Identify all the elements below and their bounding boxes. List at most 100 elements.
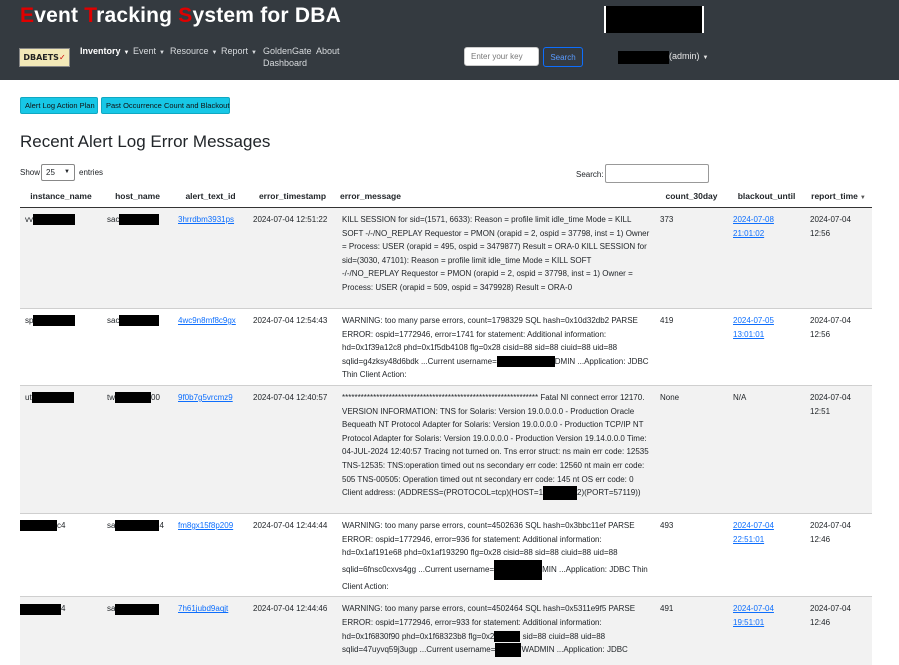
table-search-label: Search:: [576, 170, 604, 179]
col-header-report-time[interactable]: report_time ▼: [805, 184, 872, 208]
alert-log-action-plan-button[interactable]: Alert Log Action Plan: [20, 97, 98, 114]
caret-down-icon: ▼: [702, 55, 709, 61]
blackout-time: 13:01:01: [733, 329, 765, 339]
alert-id-link[interactable]: 3hrrdbm3931ps: [178, 215, 234, 224]
host-text: sa: [107, 520, 116, 530]
checkmark-icon: ✓: [58, 53, 66, 62]
cell-instance: ut: [20, 384, 102, 514]
redacted-box: [20, 603, 61, 615]
cell-report-time: 2024-07-04 12:56: [805, 308, 872, 386]
user-menu[interactable]: (admin) ▼: [669, 51, 708, 61]
report-time: 12:56: [810, 228, 831, 238]
cell-alert-id: 9f0b7g5vrcmz9: [173, 384, 248, 514]
cell-count: 491: [655, 596, 728, 665]
blackout-text: N/A: [733, 392, 747, 402]
cell-alert-id: fm8gx15f8p209: [173, 512, 248, 597]
blackout-link[interactable]: 2024-07-04 19:51:01: [733, 604, 774, 627]
host-text: sac: [107, 316, 120, 325]
redacted-box: [494, 630, 521, 642]
blackout-date: 2024-07-05: [733, 316, 774, 325]
nav-goldengate-dashboard[interactable]: GoldenGate Dashboard: [263, 46, 312, 68]
cell-message: WARNING: too many parse errors, count=45…: [337, 596, 655, 665]
col-header-host-name[interactable]: host_name: [102, 184, 173, 208]
report-date: 2024-07-04: [810, 520, 851, 530]
message-text-tail: 2)(PORT=57119)): [577, 488, 641, 498]
cell-host: tw 00: [102, 384, 173, 514]
report-date: 2024-07-04: [810, 392, 851, 402]
instance-suffix: 4: [61, 604, 66, 614]
nav-resource[interactable]: Resource ▼: [170, 46, 217, 56]
redacted-box: [20, 520, 57, 532]
table-row: sp sac 4wc9n8mf8c9gx 2024-07-04 12:54:43…: [20, 308, 872, 386]
cell-timestamp: 2024-07-04 12:44:46: [248, 596, 337, 665]
nav-inventory[interactable]: Inventory ▼: [80, 46, 129, 56]
title-initial-e: E: [20, 4, 35, 27]
col-header-instance-name[interactable]: instance_name: [20, 184, 102, 208]
title-initial-t: T: [84, 4, 97, 27]
col-header-alert-text-id[interactable]: alert_text_id: [173, 184, 248, 208]
host-suffix: 4: [159, 520, 164, 530]
search-button[interactable]: Search: [543, 47, 583, 67]
key-search-input[interactable]: [464, 47, 539, 66]
redacted-box: [496, 356, 555, 368]
col-header-count-30day[interactable]: count_30day: [655, 184, 728, 208]
cell-host: sac: [102, 207, 173, 309]
cell-instance: c4: [20, 512, 102, 597]
cell-message: ****************************************…: [337, 384, 655, 514]
table-header-row: instance_name host_name alert_text_id er…: [20, 184, 872, 208]
table-row: vv sac 3hrrdbm3931ps 2024-07-04 12:51:22…: [20, 207, 872, 309]
cell-host: sa: [102, 596, 173, 665]
user-role-label: (admin): [669, 51, 700, 61]
cell-message: WARNING: too many parse errors, count=45…: [337, 512, 655, 597]
table-row: c4 sa 4 fm8gx15f8p209 2024-07-04 12:44:44…: [20, 512, 872, 597]
alert-id-link[interactable]: 4wc9n8mf8c9gx: [178, 316, 236, 325]
alert-id-link[interactable]: fm8gx15f8p209: [178, 521, 233, 530]
redacted-box: [494, 559, 543, 580]
report-date: 2024-07-04: [810, 215, 851, 224]
redacted-box: [33, 315, 76, 327]
nav-resource-label: Resource: [170, 46, 209, 56]
app-logo[interactable]: DBAETS✓: [19, 48, 70, 67]
col-header-error-message[interactable]: error_message: [337, 184, 655, 208]
show-label: Show: [20, 168, 41, 177]
blackout-link[interactable]: 2024-07-05 13:01:01: [733, 316, 774, 339]
nav-event[interactable]: Event ▼: [133, 46, 165, 56]
cell-timestamp: 2024-07-04 12:44:44: [248, 512, 337, 597]
title-word-vent: vent: [34, 4, 85, 27]
logo-text: DBAETS: [23, 53, 59, 62]
sort-desc-icon: ▼: [859, 194, 866, 201]
cell-blackout: 2024-07-04 19:51:01: [728, 596, 805, 665]
caret-down-icon: ▼: [211, 50, 218, 56]
cell-alert-id: 7h61jubd9aqjt: [173, 596, 248, 665]
table-search-input[interactable]: [605, 164, 709, 183]
cell-report-time: 2024-07-04 12:46: [805, 512, 872, 597]
cell-count: 419: [655, 308, 728, 386]
col-header-blackout-until[interactable]: blackout_until: [728, 184, 805, 208]
page-size-select[interactable]: 25 ▼: [41, 164, 75, 181]
cell-count: None: [655, 384, 728, 514]
past-occurrence-button[interactable]: Past Occurrence Count and Blackout: [101, 97, 230, 114]
col-header-error-timestamp[interactable]: error_timestamp: [248, 184, 337, 208]
redacted-box: [495, 643, 522, 658]
alert-id-link[interactable]: 7h61jubd9aqjt: [178, 604, 228, 613]
nav-inventory-label: Inventory: [80, 46, 121, 56]
nav-goldengate-label: GoldenGate: [263, 46, 312, 56]
blackout-time: 19:51:01: [733, 617, 765, 627]
cell-blackout: 2024-07-08 21:01:02: [728, 207, 805, 309]
blackout-link[interactable]: 2024-07-04 22:51:01: [733, 521, 774, 544]
report-time: 12:56: [810, 329, 831, 339]
cell-count: 373: [655, 207, 728, 309]
cell-instance: vv: [20, 207, 102, 309]
nav-about-label: About: [316, 46, 340, 56]
blackout-date: 2024-07-04: [733, 520, 774, 530]
redacted-box: [543, 486, 578, 501]
redacted-box: [604, 6, 704, 33]
cell-timestamp: 2024-07-04 12:51:22: [248, 207, 337, 309]
nav-about[interactable]: About: [316, 46, 340, 56]
nav-dashboard-label: Dashboard: [263, 58, 308, 68]
nav-event-label: Event: [133, 46, 157, 56]
blackout-link[interactable]: 2024-07-08 21:01:02: [733, 215, 774, 238]
nav-report[interactable]: Report ▼: [221, 46, 257, 56]
alert-id-link[interactable]: 9f0b7g5vrcmz9: [178, 393, 233, 402]
report-time-label: report_time: [811, 190, 858, 201]
